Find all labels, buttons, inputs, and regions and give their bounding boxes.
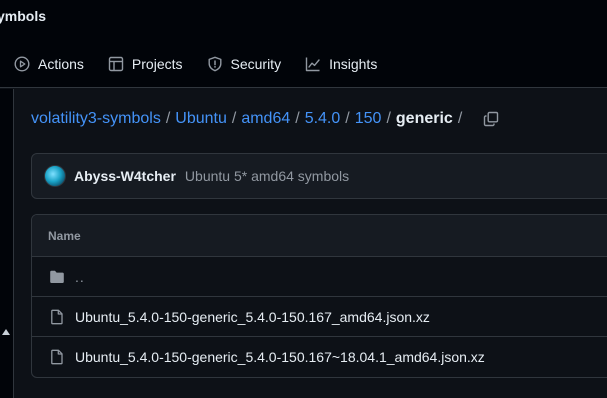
folder-icon xyxy=(49,269,65,285)
breadcrumb-separator: / xyxy=(165,110,171,127)
shield-icon xyxy=(208,56,221,72)
breadcrumb-amd64[interactable]: amd64 xyxy=(241,110,290,128)
copy-icon xyxy=(484,111,499,127)
file-table: Name .. Ubuntu_5.4.0-150-generic_5.4.0-1… xyxy=(31,214,607,378)
breadcrumb-separator: / xyxy=(345,110,350,127)
breadcrumb-current: generic xyxy=(395,110,453,127)
breadcrumb-repo[interactable]: volatility3-symbols xyxy=(31,110,161,128)
breadcrumb-ubuntu[interactable]: Ubuntu xyxy=(175,110,227,128)
parent-directory-link[interactable]: .. xyxy=(75,269,85,285)
repo-name[interactable]: ymbols xyxy=(0,8,46,24)
tab-label: Insights xyxy=(329,56,378,72)
breadcrumb-separator: / xyxy=(231,110,237,127)
file-name-link[interactable]: Ubuntu_5.4.0-150-generic_5.4.0-150.167_a… xyxy=(75,309,430,325)
parent-directory-row[interactable]: .. xyxy=(32,257,607,297)
tab-label: Projects xyxy=(131,56,183,72)
repo-header: ymbols Actions Projects Security Insight… xyxy=(0,0,607,88)
table-icon xyxy=(108,56,124,72)
breadcrumb-separator: / xyxy=(295,110,300,127)
breadcrumb-separator: / xyxy=(386,110,391,127)
file-row[interactable]: Ubuntu_5.4.0-150-generic_5.4.0-150.167~1… xyxy=(32,337,607,377)
latest-commit-box: Abyss-W4tcher Ubuntu 5* amd64 symbols xyxy=(31,153,607,199)
tab-projects[interactable]: Projects xyxy=(94,48,193,80)
repo-nav: Actions Projects Security Insights xyxy=(0,48,387,80)
breadcrumb-separator: / xyxy=(457,110,463,127)
tab-insights[interactable]: Insights xyxy=(291,48,387,80)
breadcrumb-version[interactable]: 5.4.0 xyxy=(305,110,341,128)
file-row[interactable]: Ubuntu_5.4.0-150-generic_5.4.0-150.167_a… xyxy=(32,297,607,337)
play-circle-icon xyxy=(14,56,30,72)
tab-label: Security xyxy=(230,56,282,72)
commit-author[interactable]: Abyss-W4tcher xyxy=(74,168,176,184)
file-icon xyxy=(49,349,65,365)
breadcrumb-build[interactable]: 150 xyxy=(355,110,382,128)
tab-label: Actions xyxy=(38,56,84,72)
tab-actions[interactable]: Actions xyxy=(0,48,94,80)
file-name-link[interactable]: Ubuntu_5.4.0-150-generic_5.4.0-150.167~1… xyxy=(75,349,485,365)
copy-path-button[interactable] xyxy=(483,111,499,127)
breadcrumb: volatility3-symbols / Ubuntu / amd64 / 5… xyxy=(31,110,499,128)
file-tree-pane xyxy=(0,89,14,398)
file-table-header: Name xyxy=(32,215,607,257)
file-icon xyxy=(49,309,65,325)
commit-message[interactable]: Ubuntu 5* amd64 symbols xyxy=(185,168,349,184)
scroll-up-arrow[interactable] xyxy=(2,329,10,335)
graph-icon xyxy=(305,57,320,72)
avatar[interactable] xyxy=(44,165,66,187)
column-header-name: Name xyxy=(48,228,81,243)
tab-security[interactable]: Security xyxy=(193,48,292,80)
